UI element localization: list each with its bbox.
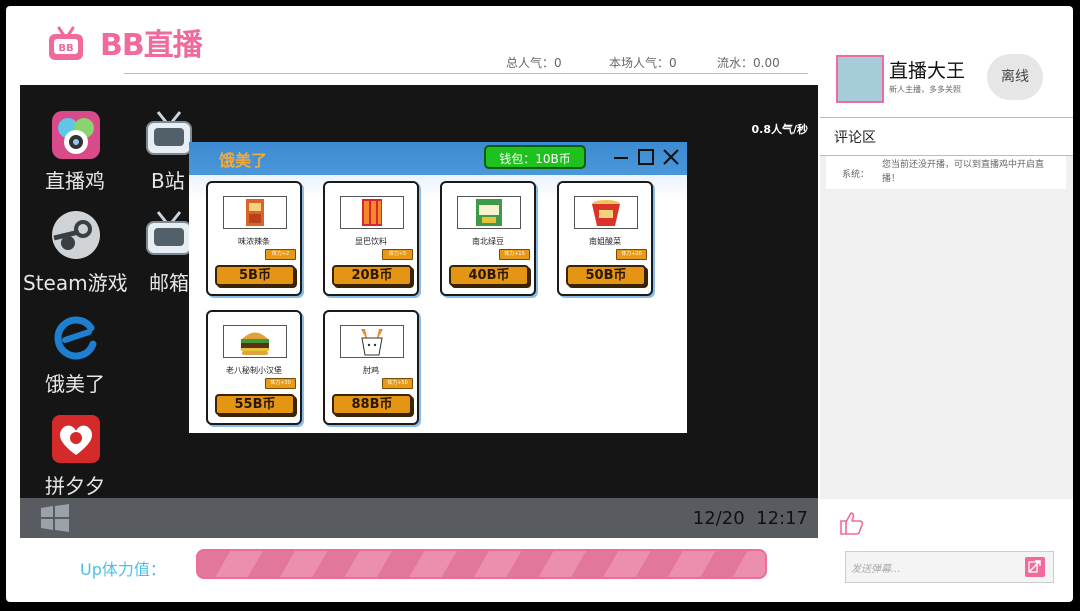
danmu-placeholder: 发送弹幕... (851, 564, 901, 575)
taskbar-time: 12:17 (756, 508, 808, 529)
comment-text: 您当前还没开播，可以到直播鸡中开启直播！ (882, 160, 1045, 184)
comment-sender: 系统： (842, 170, 870, 180)
shop-title: 饿美了 (219, 151, 268, 170)
burger-image (223, 325, 287, 358)
comments-list (820, 155, 1073, 499)
maximize-icon[interactable] (636, 147, 656, 167)
item-name: 南北绿豆 (472, 237, 504, 246)
buy-button[interactable]: 50B币 (566, 265, 646, 286)
tv-badge-text: BB (58, 43, 73, 54)
desktop-label-food-app[interactable]: 饿美了 (45, 368, 105, 397)
stamina-tag: 体力+30 (265, 378, 296, 389)
spicy-strip-image (223, 196, 287, 229)
send-icon (1028, 560, 1041, 573)
shop-body: 味浓辣条 体力+2 5B币 显巴饮料 体力+5 20B币 南北绿豆 体力+15 (189, 175, 687, 433)
popularity-rate: 0.8人气/秒 (751, 123, 808, 136)
mung-bean-image (457, 196, 521, 229)
wallet-badge: 钱包：10B币 (484, 145, 586, 169)
buy-button[interactable]: 5B币 (215, 265, 295, 286)
shop-title-bar: 饿美了 钱包：10B币 (189, 142, 687, 175)
item-name: 老八秘制小汉堡 (226, 366, 282, 375)
brand-logo-text: BB直播 (100, 28, 203, 63)
shop-item-card[interactable]: 肘鸡 体力+50 88B币 (323, 310, 419, 425)
drink-image (340, 196, 404, 229)
stamina-tag: 体力+20 (616, 249, 647, 260)
steam-icon[interactable] (51, 210, 101, 260)
desktop-label-bilibili[interactable]: B站 (151, 165, 185, 194)
tv-icon[interactable] (144, 210, 194, 260)
shop-item-card[interactable]: 南姐酸菜 体力+20 50B币 (557, 181, 653, 296)
total-popularity-stat: 总人气：0 (506, 56, 562, 70)
buy-button[interactable]: 55B币 (215, 394, 295, 415)
stamina-tag: 体力+2 (265, 249, 296, 260)
offline-status-button[interactable]: 离线 (987, 54, 1043, 100)
minimize-icon[interactable] (611, 147, 631, 167)
streamer-name: 直播大王 (889, 60, 966, 82)
avatar[interactable] (836, 55, 884, 103)
session-popularity-stat: 本场人气：0 (609, 56, 677, 70)
stamina-tag: 体力+5 (382, 249, 413, 260)
item-name: 味浓辣条 (238, 237, 270, 246)
stamina-tag: 体力+15 (499, 249, 530, 260)
item-name: 显巴饮料 (355, 237, 387, 246)
tv-icon[interactable] (144, 110, 194, 160)
taskbar-date: 12/20 (692, 508, 745, 529)
revenue-stat: 流水：0.00 (717, 56, 780, 70)
buy-button[interactable]: 40B币 (449, 265, 529, 286)
taskbar: 12/20 12:17 (20, 498, 818, 538)
shop-item-card[interactable]: 老八秘制小汉堡 体力+30 55B币 (206, 310, 302, 425)
fried-chicken-image (340, 325, 404, 358)
food-shop-window: 饿美了 钱包：10B币 味浓辣条 体力+2 5B币 显巴饮料 体力+5 20B币… (189, 142, 687, 433)
windows-start-icon[interactable] (40, 504, 70, 532)
shop-item-card[interactable]: 南北绿豆 体力+15 40B币 (440, 181, 536, 296)
tv-logo-icon: BB (49, 26, 83, 60)
shop-item-card[interactable]: 味浓辣条 体力+2 5B币 (206, 181, 302, 296)
stamina-tag: 体力+50 (382, 378, 413, 389)
shop-item-card[interactable]: 显巴饮料 体力+5 20B币 (323, 181, 419, 296)
comments-divider (820, 117, 1073, 118)
buy-button[interactable]: 88B币 (332, 394, 412, 415)
thumbs-up-icon[interactable] (838, 510, 864, 536)
send-button[interactable] (1025, 557, 1045, 577)
buy-button[interactable]: 20B币 (332, 265, 412, 286)
stamina-bar (196, 549, 767, 579)
streamer-subtitle: 新人主播，多多关照 (889, 85, 961, 94)
camera-app-icon[interactable] (51, 110, 101, 160)
stamina-label: Up体力值： (80, 560, 166, 579)
item-name: 肘鸡 (363, 366, 379, 375)
close-icon[interactable] (661, 147, 681, 167)
header-divider (124, 73, 808, 74)
desktop-label-shopping[interactable]: 拼夕夕 (45, 470, 105, 499)
food-app-icon[interactable] (51, 312, 101, 362)
item-name: 南姐酸菜 (589, 237, 621, 246)
danmu-input[interactable]: 发送弹幕... (845, 551, 1054, 583)
desktop-label-mailbox[interactable]: 邮箱 (149, 267, 189, 296)
desktop-label-steam[interactable]: Steam游戏 (23, 267, 128, 296)
desktop-label-camera-app[interactable]: 直播鸡 (45, 165, 105, 194)
taskbar-clock: 12/20 12:17 (693, 508, 808, 529)
desktop-area: 0.8人气/秒 直播鸡 B站 Steam游戏 邮箱 饿美了 拼夕夕 饿美了 钱包… (20, 85, 818, 538)
comments-title: 评论区 (834, 130, 876, 146)
noodle-cup-image (574, 196, 638, 229)
shopping-heart-icon[interactable] (51, 414, 101, 464)
